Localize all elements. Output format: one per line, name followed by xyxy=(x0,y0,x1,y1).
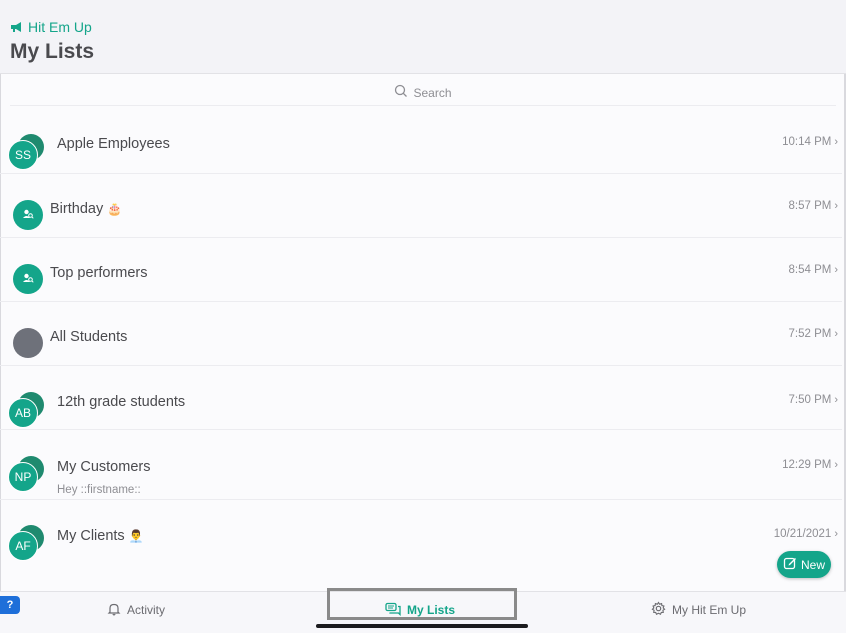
list-item[interactable]: AF My Clients 👨‍💼 10/21/2021 › xyxy=(0,500,842,574)
tab-label: Activity xyxy=(127,603,166,617)
avatar: AF xyxy=(8,525,48,565)
list-time: 10:14 PM › xyxy=(782,136,838,148)
list-item[interactable]: AB 12th grade students 7:50 PM › xyxy=(0,366,842,430)
list-title: Top performers xyxy=(50,265,148,281)
chat-bubbles-icon xyxy=(385,602,401,619)
list-time: 12:29 PM › xyxy=(782,459,838,471)
megaphone-icon xyxy=(10,21,24,33)
tab-my-lists[interactable]: My Lists xyxy=(385,600,455,620)
tab-my-hit-em-up[interactable]: My Hit Em Up xyxy=(651,600,746,620)
chevron-right-icon: › xyxy=(834,136,838,148)
list-time-text: 7:52 PM xyxy=(788,328,832,340)
compose-icon xyxy=(783,556,797,573)
bell-icon xyxy=(107,602,121,619)
tab-activity[interactable]: Activity xyxy=(107,600,165,620)
group-avatar xyxy=(13,264,43,294)
chevron-right-icon: › xyxy=(834,459,838,471)
list-title: My Customers xyxy=(57,459,151,475)
list-title-text: My Clients xyxy=(57,528,125,544)
tab-label: My Lists xyxy=(407,603,456,617)
list-time: 8:54 PM › xyxy=(789,264,839,276)
list-time: 7:50 PM › xyxy=(789,394,839,406)
gray-avatar xyxy=(13,328,43,358)
page-title: My Lists xyxy=(10,40,95,63)
list-time: 8:57 PM › xyxy=(789,200,839,212)
back-link[interactable]: Hit Em Up xyxy=(10,18,92,36)
new-button-label: New xyxy=(800,557,825,572)
chevron-right-icon: › xyxy=(834,264,838,276)
list-title: My Clients 👨‍💼 xyxy=(57,528,144,544)
chevron-right-icon: › xyxy=(834,328,838,340)
list-item[interactable]: Birthday 🎂 8:57 PM › xyxy=(0,174,842,238)
group-avatar xyxy=(13,200,43,230)
list-item[interactable]: Top performers 8:54 PM › xyxy=(0,238,842,302)
list-time-text: 7:50 PM xyxy=(788,394,832,406)
list-time: 10/21/2021 › xyxy=(774,528,838,540)
avatar: SS xyxy=(8,134,48,174)
search-placeholder: Search xyxy=(413,85,452,100)
list-subtitle: Hey ::firstname:: xyxy=(57,484,141,496)
chevron-right-icon: › xyxy=(834,394,838,406)
avatar-initials: AB xyxy=(8,398,38,428)
help-badge[interactable]: ? xyxy=(0,596,20,614)
gear-icon xyxy=(651,601,666,619)
tab-label: My Hit Em Up xyxy=(672,603,747,617)
navigation-header: Hit Em Up My Lists xyxy=(0,0,846,74)
avatar-initials: AF xyxy=(8,531,38,561)
list-time-text: 12:29 PM xyxy=(782,459,832,471)
chevron-right-icon: › xyxy=(834,200,838,212)
avatar-initials: NP xyxy=(8,462,38,492)
chevron-right-icon: › xyxy=(834,528,838,540)
group-icon xyxy=(22,272,34,287)
avatar-initials: SS xyxy=(8,140,38,170)
list-title-text: Birthday xyxy=(50,201,104,217)
list-time: 7:52 PM › xyxy=(789,328,839,340)
cake-emoji: 🎂 xyxy=(107,202,123,216)
group-icon xyxy=(22,208,34,223)
back-link-label: Hit Em Up xyxy=(28,19,92,35)
list-title: Apple Employees xyxy=(57,136,170,152)
list-item[interactable]: SS Apple Employees 10:14 PM › xyxy=(0,110,842,174)
list-title: All Students xyxy=(50,329,128,345)
list-time-text: 8:57 PM xyxy=(788,200,832,212)
search-bar[interactable]: Search xyxy=(10,80,836,106)
list-time-text: 10:14 PM xyxy=(782,136,832,148)
list-title: Birthday 🎂 xyxy=(50,201,122,217)
list-item[interactable]: All Students 7:52 PM › xyxy=(0,302,842,366)
new-list-button[interactable]: New xyxy=(777,551,831,578)
list-item[interactable]: NP My Customers Hey ::firstname:: 12:29 … xyxy=(0,430,842,500)
list-time-text: 10/21/2021 xyxy=(773,528,832,540)
search-icon xyxy=(394,84,408,101)
avatar: NP xyxy=(8,456,48,496)
home-indicator[interactable] xyxy=(316,624,528,628)
list-title: 12th grade students xyxy=(57,394,186,410)
list-time-text: 8:54 PM xyxy=(788,264,832,276)
avatar: AB xyxy=(8,392,48,432)
office-worker-emoji: 👨‍💼 xyxy=(128,529,144,543)
